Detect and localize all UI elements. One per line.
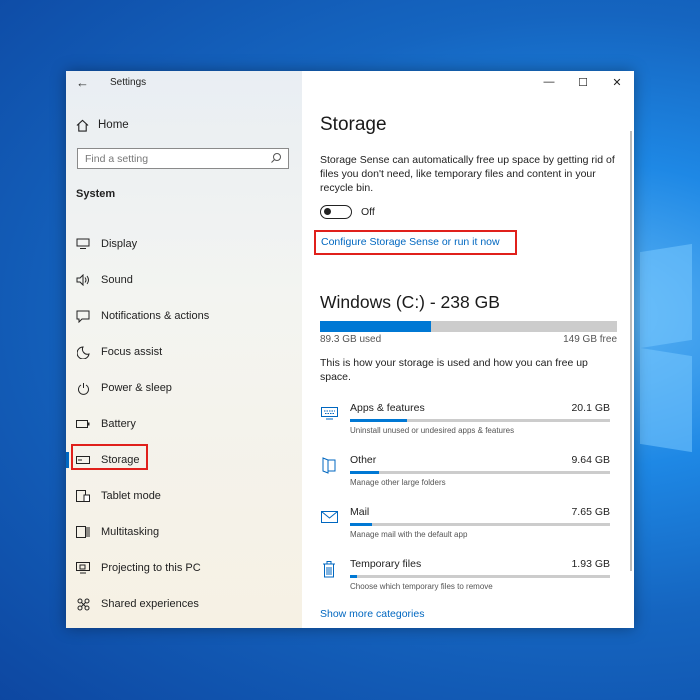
- drive-title: Windows (C:) - 238 GB: [320, 292, 500, 312]
- sidebar-item-label: Battery: [101, 418, 136, 430]
- battery-icon: [76, 417, 90, 431]
- desktop-logo-pane-bottom: [640, 347, 692, 453]
- category-bar: [350, 471, 610, 474]
- sidebar-item-label: Notifications & actions: [101, 310, 210, 322]
- sidebar-item-display[interactable]: Display: [66, 226, 302, 262]
- category-name: Other: [350, 454, 377, 466]
- home-label: Home: [98, 119, 129, 131]
- shared-icon: [76, 597, 90, 611]
- sidebar-item-multitasking[interactable]: Multitasking: [66, 514, 302, 550]
- sidebar-item-notifications[interactable]: Notifications & actions: [66, 298, 302, 334]
- toggle-label: Off: [361, 206, 375, 218]
- sidebar-item-label: Tablet mode: [101, 490, 161, 502]
- category-subtitle: Uninstall unused or undesired apps & fea…: [350, 426, 515, 435]
- drive-usage-bar: [320, 321, 617, 332]
- section-title-system: System: [76, 188, 116, 200]
- category-name: Temporary files: [350, 558, 422, 570]
- sidebar: ← Settings Home Find a setting System Di…: [66, 71, 302, 628]
- highlight-box-configure-link: [314, 230, 517, 255]
- category-name: Mail: [350, 506, 370, 518]
- home-link[interactable]: Home: [76, 117, 129, 133]
- sidebar-item-tablet-mode[interactable]: Tablet mode: [66, 478, 302, 514]
- storage-sense-toggle[interactable]: [320, 205, 352, 219]
- trash-icon: [320, 560, 338, 578]
- category-bar: [350, 575, 610, 578]
- sidebar-item-sound[interactable]: Sound: [66, 262, 302, 298]
- sidebar-item-label: Display: [101, 238, 138, 250]
- page-title: Storage: [320, 114, 387, 135]
- category-apps-features[interactable]: Apps & features 20.1 GB Uninstall unused…: [320, 402, 610, 442]
- drive-usage-fill: [320, 321, 432, 332]
- category-bar-fill: [350, 419, 408, 422]
- sidebar-item-projecting[interactable]: Projecting to this PC: [66, 550, 302, 586]
- show-more-categories-link[interactable]: Show more categories: [320, 608, 424, 620]
- window-controls: — ☐ ✕: [532, 71, 634, 93]
- maximize-button[interactable]: ☐: [566, 71, 600, 93]
- sidebar-item-label: Shared experiences: [101, 598, 199, 610]
- title-bar: ← Settings: [66, 71, 302, 95]
- sidebar-item-power-sleep[interactable]: Power & sleep: [66, 370, 302, 406]
- storage-info-text: This is how your storage is used and how…: [320, 357, 588, 383]
- moon-icon: [76, 345, 90, 359]
- search-icon[interactable]: [270, 152, 282, 164]
- category-subtitle: Manage other large folders: [350, 478, 446, 487]
- power-icon: [76, 381, 90, 395]
- window-title: Settings: [110, 77, 147, 88]
- category-bar: [350, 523, 610, 526]
- minimize-button[interactable]: —: [532, 71, 566, 93]
- home-icon: [76, 119, 89, 132]
- category-subtitle: Manage mail with the default app: [350, 530, 468, 539]
- category-subtitle: Choose which temporary files to remove: [350, 582, 493, 591]
- main-content: — ☐ ✕ Storage Storage Sense can automati…: [302, 71, 634, 628]
- toggle-knob: [323, 208, 331, 215]
- sidebar-item-label: Power & sleep: [101, 382, 172, 394]
- category-temporary-files[interactable]: Temporary files 1.93 GB Choose which tem…: [320, 558, 610, 598]
- close-button[interactable]: ✕: [600, 71, 634, 93]
- sidebar-item-label: Multitasking: [101, 526, 160, 538]
- category-size: 1.93 GB: [571, 558, 610, 570]
- search-input[interactable]: Find a setting: [77, 148, 289, 169]
- category-bar-fill: [350, 471, 379, 474]
- category-size: 7.65 GB: [571, 506, 610, 518]
- projecting-icon: [76, 561, 90, 575]
- highlight-box-storage: [71, 444, 148, 470]
- category-bar-fill: [350, 575, 357, 578]
- multitasking-icon: [76, 525, 90, 539]
- display-icon: [76, 237, 90, 251]
- category-bar: [350, 419, 610, 422]
- category-other[interactable]: Other 9.64 GB Manage other large folders: [320, 454, 610, 494]
- category-bar-fill: [350, 523, 373, 526]
- other-icon: [320, 456, 338, 474]
- mail-icon: [320, 508, 338, 526]
- scrollbar[interactable]: [630, 131, 632, 571]
- sidebar-nav: Display Sound Notifications & actions Fo…: [66, 226, 302, 622]
- search-placeholder: Find a setting: [85, 153, 149, 165]
- category-size: 9.64 GB: [571, 454, 610, 466]
- sidebar-item-battery[interactable]: Battery: [66, 406, 302, 442]
- apps-icon: [320, 404, 338, 422]
- settings-window: ← Settings Home Find a setting System Di…: [66, 71, 634, 628]
- sidebar-item-label: Projecting to this PC: [101, 562, 201, 574]
- sidebar-item-focus-assist[interactable]: Focus assist: [66, 334, 302, 370]
- notifications-icon: [76, 309, 90, 323]
- category-name: Apps & features: [350, 402, 425, 414]
- drive-free-label: 149 GB free: [563, 334, 617, 345]
- drive-used-label: 89.3 GB used: [320, 334, 382, 345]
- sidebar-item-label: Sound: [101, 274, 133, 286]
- back-arrow-icon[interactable]: ←: [76, 75, 89, 90]
- storage-sense-description: Storage Sense can automatically free up …: [320, 154, 615, 194]
- desktop-logo-pane-top: [640, 243, 692, 349]
- sound-icon: [76, 273, 90, 287]
- category-mail[interactable]: Mail 7.65 GB Manage mail with the defaul…: [320, 506, 610, 546]
- tablet-icon: [76, 489, 90, 503]
- sidebar-item-label: Focus assist: [101, 346, 163, 358]
- sidebar-item-shared-experiences[interactable]: Shared experiences: [66, 586, 302, 622]
- category-size: 20.1 GB: [571, 402, 610, 414]
